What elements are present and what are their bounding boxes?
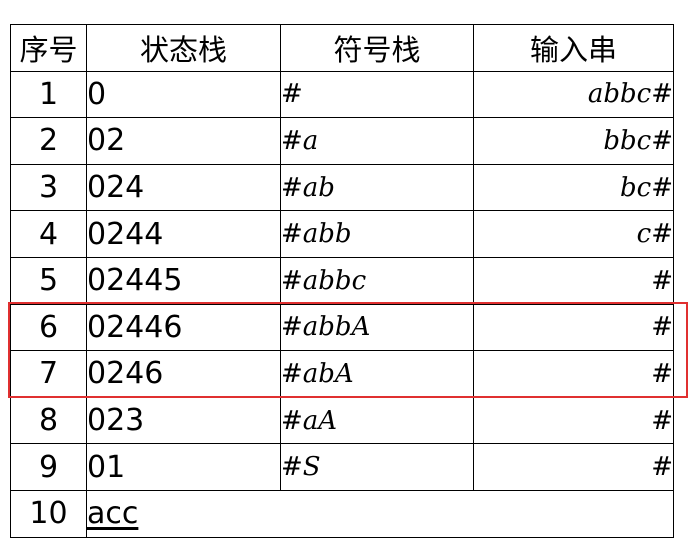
symbol-stack-cell: #a xyxy=(280,117,474,165)
row-index: 5 xyxy=(10,256,87,305)
final-row: 10 acc xyxy=(10,489,674,538)
state-stack-cell: 0 xyxy=(86,70,281,119)
table-row: 8 023 #aA # xyxy=(10,396,674,445)
symbol-stack-cell: #abbA xyxy=(280,303,474,352)
row-index: 6 xyxy=(10,303,87,352)
state-stack-cell: 02 xyxy=(86,117,281,165)
table-row: 2 02 #a bbc# xyxy=(10,117,674,165)
input-string-cell: bc# xyxy=(473,163,674,212)
symbol-stack-cell: #abb xyxy=(280,210,474,258)
state-stack-cell: 0246 xyxy=(86,350,281,398)
row-index: 10 xyxy=(10,489,87,538)
symbol-stack-cell: #S xyxy=(280,443,474,491)
table-row: 7 0246 #abA # xyxy=(10,350,674,398)
table-row: 1 0 # abbc# xyxy=(10,70,674,119)
header-row: 序号 状态栈 符号栈 输入串 xyxy=(10,24,674,72)
table-row: 9 01 #S # xyxy=(10,443,674,491)
symbol-stack-cell: #ab xyxy=(280,163,474,212)
input-string-cell: # xyxy=(473,443,674,491)
row-index: 1 xyxy=(10,70,87,119)
input-string-cell: # xyxy=(473,396,674,445)
input-string-cell: # xyxy=(473,256,674,305)
table-row: 5 02445 #abbc # xyxy=(10,256,674,305)
state-stack-cell: 023 xyxy=(86,396,281,445)
row-index: 8 xyxy=(10,396,87,445)
table-row: 6 02446 #abbA # xyxy=(10,303,674,352)
table-row: 3 024 #ab bc# xyxy=(10,163,674,212)
state-stack-cell: 0244 xyxy=(86,210,281,258)
parse-table: 序号 状态栈 符号栈 输入串 1 0 # abbc# 2 02 #a bbc# … xyxy=(10,24,674,538)
symbol-stack-cell: # xyxy=(280,70,474,119)
row-index: 4 xyxy=(10,210,87,258)
state-stack-cell: 01 xyxy=(86,443,281,491)
table-row: 4 0244 #abb c# xyxy=(10,210,674,258)
header-state-stack: 状态栈 xyxy=(86,24,281,72)
input-string-cell: abbc# xyxy=(473,70,674,119)
accept-cell: acc xyxy=(86,489,674,538)
row-index: 2 xyxy=(10,117,87,165)
symbol-stack-cell: #abA xyxy=(280,350,474,398)
row-index: 3 xyxy=(10,163,87,212)
header-input-string: 输入串 xyxy=(473,24,674,72)
accept-result: acc xyxy=(87,496,139,532)
input-string-cell: # xyxy=(473,350,674,398)
state-stack-cell: 024 xyxy=(86,163,281,212)
input-string-cell: c# xyxy=(473,210,674,258)
row-index: 7 xyxy=(10,350,87,398)
input-string-cell: # xyxy=(473,303,674,352)
input-string-cell: bbc# xyxy=(473,117,674,165)
state-stack-cell: 02445 xyxy=(86,256,281,305)
state-stack-cell: 02446 xyxy=(86,303,281,352)
header-index: 序号 xyxy=(10,24,87,72)
row-index: 9 xyxy=(10,443,87,491)
header-symbol-stack: 符号栈 xyxy=(280,24,474,72)
symbol-stack-cell: #abbc xyxy=(280,256,474,305)
symbol-stack-cell: #aA xyxy=(280,396,474,445)
